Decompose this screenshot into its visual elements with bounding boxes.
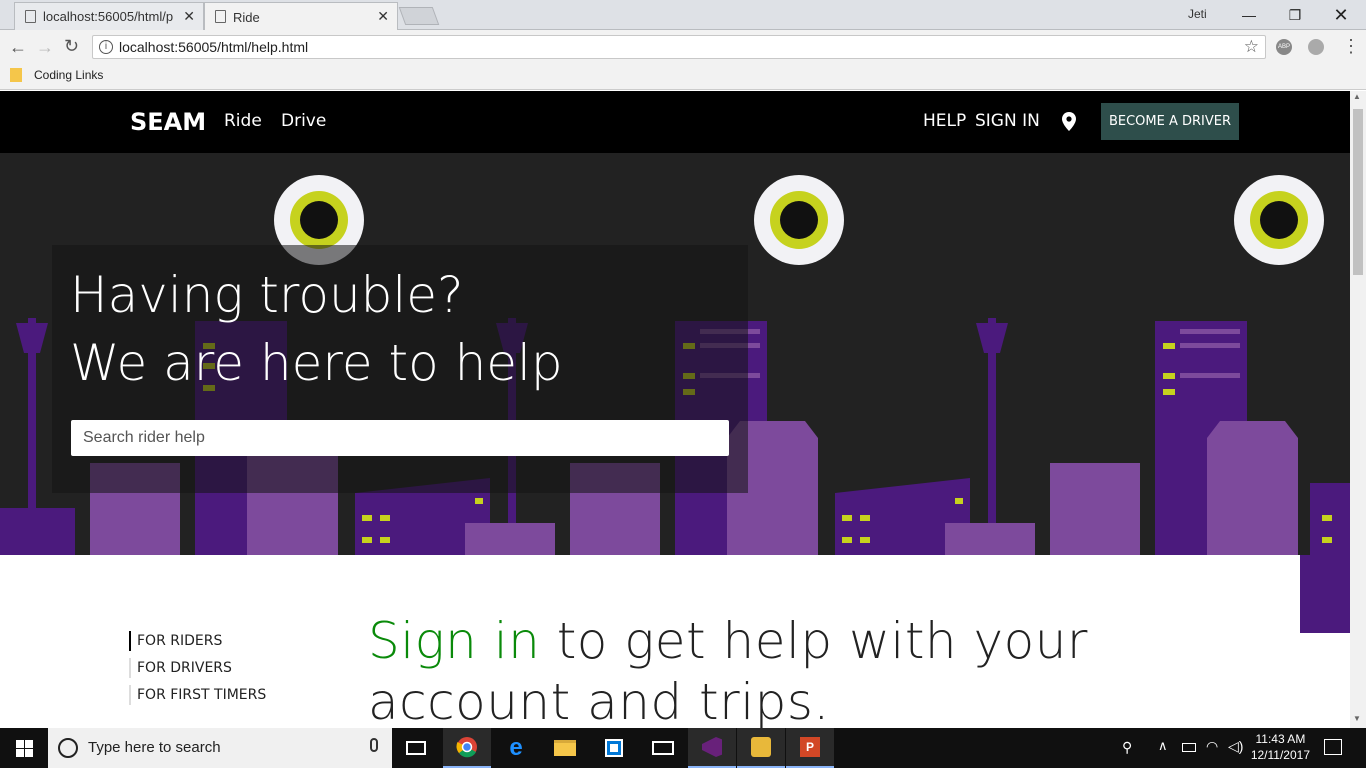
powerpoint-icon[interactable]: P bbox=[786, 728, 834, 768]
back-icon[interactable]: ← bbox=[9, 37, 27, 58]
microphone-icon[interactable] bbox=[370, 738, 378, 752]
bookmarks-bar: Coding Links bbox=[0, 63, 1366, 90]
minimize-icon[interactable]: — bbox=[1226, 0, 1272, 30]
tab-title: Ride bbox=[233, 9, 260, 25]
building-edge-decoration bbox=[1300, 555, 1350, 633]
folder-icon bbox=[10, 68, 22, 82]
brand-logo[interactable]: SEAM bbox=[130, 108, 206, 136]
system-clock[interactable]: 11:43 AM 12/11/2017 bbox=[1251, 731, 1310, 763]
clock-time: 11:43 AM bbox=[1255, 732, 1306, 746]
sidebar-item-riders[interactable]: FOR RIDERS bbox=[129, 631, 222, 651]
browser-tab-inactive[interactable]: localhost:56005/html/prc ✕ bbox=[14, 2, 204, 30]
hero-heading: Having trouble? We are here to help bbox=[70, 261, 563, 397]
help-content: FOR RIDERS FOR DRIVERS FOR FIRST TIMERS … bbox=[0, 555, 1300, 728]
become-driver-button[interactable]: BECOME A DRIVER bbox=[1101, 103, 1239, 140]
info-icon[interactable]: i bbox=[99, 40, 113, 54]
people-icon[interactable]: ⚲ bbox=[1122, 739, 1132, 756]
cortana-icon bbox=[58, 738, 78, 758]
hero-line-2: We are here to help bbox=[70, 334, 563, 392]
page-scrollbar[interactable]: ▲ ▼ bbox=[1350, 91, 1366, 728]
moon-icon bbox=[1234, 175, 1324, 265]
web-page: SEAM Ride Drive HELP SIGN IN BECOME A DR… bbox=[0, 91, 1350, 728]
chrome-icon[interactable] bbox=[443, 728, 491, 768]
task-view-icon[interactable] bbox=[392, 728, 440, 768]
store-icon[interactable] bbox=[590, 728, 638, 768]
bookmark-label: Coding Links bbox=[34, 68, 104, 82]
forward-icon[interactable]: → bbox=[36, 37, 54, 58]
close-tab-icon[interactable]: ✕ bbox=[183, 8, 195, 25]
headline-text: to get help with your bbox=[540, 612, 1088, 670]
page-icon bbox=[25, 10, 36, 23]
browser-tab-active[interactable]: Ride ✕ bbox=[204, 2, 398, 31]
edge-icon[interactable]: e bbox=[492, 728, 540, 768]
browser-tab-strip: localhost:56005/html/prc ✕ Ride ✕ Jeti —… bbox=[0, 0, 1366, 31]
moon-icon bbox=[754, 175, 844, 265]
site-header: SEAM Ride Drive HELP SIGN IN BECOME A DR… bbox=[0, 91, 1350, 153]
new-tab-button[interactable] bbox=[398, 7, 440, 25]
sign-in-link[interactable]: Sign in bbox=[368, 612, 540, 670]
sidebar-item-first-timers[interactable]: FOR FIRST TIMERS bbox=[129, 685, 266, 705]
window-close-icon[interactable]: ✕ bbox=[1318, 0, 1364, 30]
clock-date: 12/11/2017 bbox=[1250, 748, 1310, 762]
windows-start-icon[interactable] bbox=[16, 740, 33, 757]
sidebar-item-drivers[interactable]: FOR DRIVERS bbox=[129, 658, 232, 678]
scroll-up-icon[interactable]: ▲ bbox=[1353, 92, 1361, 101]
url-text: localhost:56005/html/help.html bbox=[119, 39, 309, 55]
taskbar-search-placeholder: Type here to search bbox=[88, 739, 221, 756]
extension-icon[interactable] bbox=[1308, 39, 1324, 55]
windows-taskbar: Type here to search e P ⚲ ∧ ◠ ◁) 11:43 A… bbox=[0, 728, 1366, 768]
menu-icon[interactable]: ⋮ bbox=[1342, 36, 1360, 57]
sign-in-headline: Sign in to get help with your account an… bbox=[368, 611, 1088, 728]
scrollbar-thumb[interactable] bbox=[1353, 109, 1363, 275]
nav-sign-in-link[interactable]: SIGN IN bbox=[975, 111, 1040, 131]
profile-badge[interactable]: Jeti bbox=[1188, 7, 1207, 21]
reload-icon[interactable]: ↻ bbox=[64, 36, 79, 57]
dev-tool-icon[interactable] bbox=[737, 728, 785, 768]
headline-text-line-2: account and trips. bbox=[368, 673, 830, 728]
bookmark-star-icon[interactable]: ☆ bbox=[1244, 36, 1259, 58]
action-center-icon[interactable] bbox=[1324, 739, 1342, 755]
help-search-input[interactable] bbox=[71, 420, 729, 456]
adblock-extension-icon[interactable]: ABP bbox=[1276, 39, 1292, 55]
battery-icon[interactable] bbox=[1182, 743, 1196, 752]
address-bar[interactable]: i localhost:56005/html/help.html ☆ bbox=[92, 35, 1266, 59]
nav-drive-link[interactable]: Drive bbox=[281, 111, 326, 131]
restore-icon[interactable]: ❐ bbox=[1272, 0, 1318, 30]
hero-line-1: Having trouble? bbox=[70, 266, 464, 324]
file-explorer-icon[interactable] bbox=[541, 728, 589, 768]
scroll-down-icon[interactable]: ▼ bbox=[1353, 714, 1361, 723]
tab-title: localhost:56005/html/prc bbox=[43, 9, 173, 24]
mail-icon[interactable] bbox=[639, 728, 687, 768]
close-tab-icon[interactable]: ✕ bbox=[377, 8, 389, 25]
bookmark-folder[interactable]: Coding Links bbox=[10, 68, 103, 82]
visual-studio-icon[interactable] bbox=[688, 728, 736, 768]
volume-icon[interactable]: ◁) bbox=[1228, 738, 1243, 755]
nav-ride-link[interactable]: Ride bbox=[224, 111, 262, 131]
nav-help-link[interactable]: HELP bbox=[923, 111, 966, 131]
location-pin-icon[interactable] bbox=[1062, 112, 1076, 131]
taskbar-search-box[interactable]: Type here to search bbox=[48, 728, 392, 768]
hero-banner: Having trouble? We are here to help bbox=[0, 153, 1350, 555]
chevron-up-icon[interactable]: ∧ bbox=[1158, 738, 1168, 754]
wifi-icon[interactable]: ◠ bbox=[1206, 738, 1218, 755]
page-icon bbox=[215, 10, 226, 23]
